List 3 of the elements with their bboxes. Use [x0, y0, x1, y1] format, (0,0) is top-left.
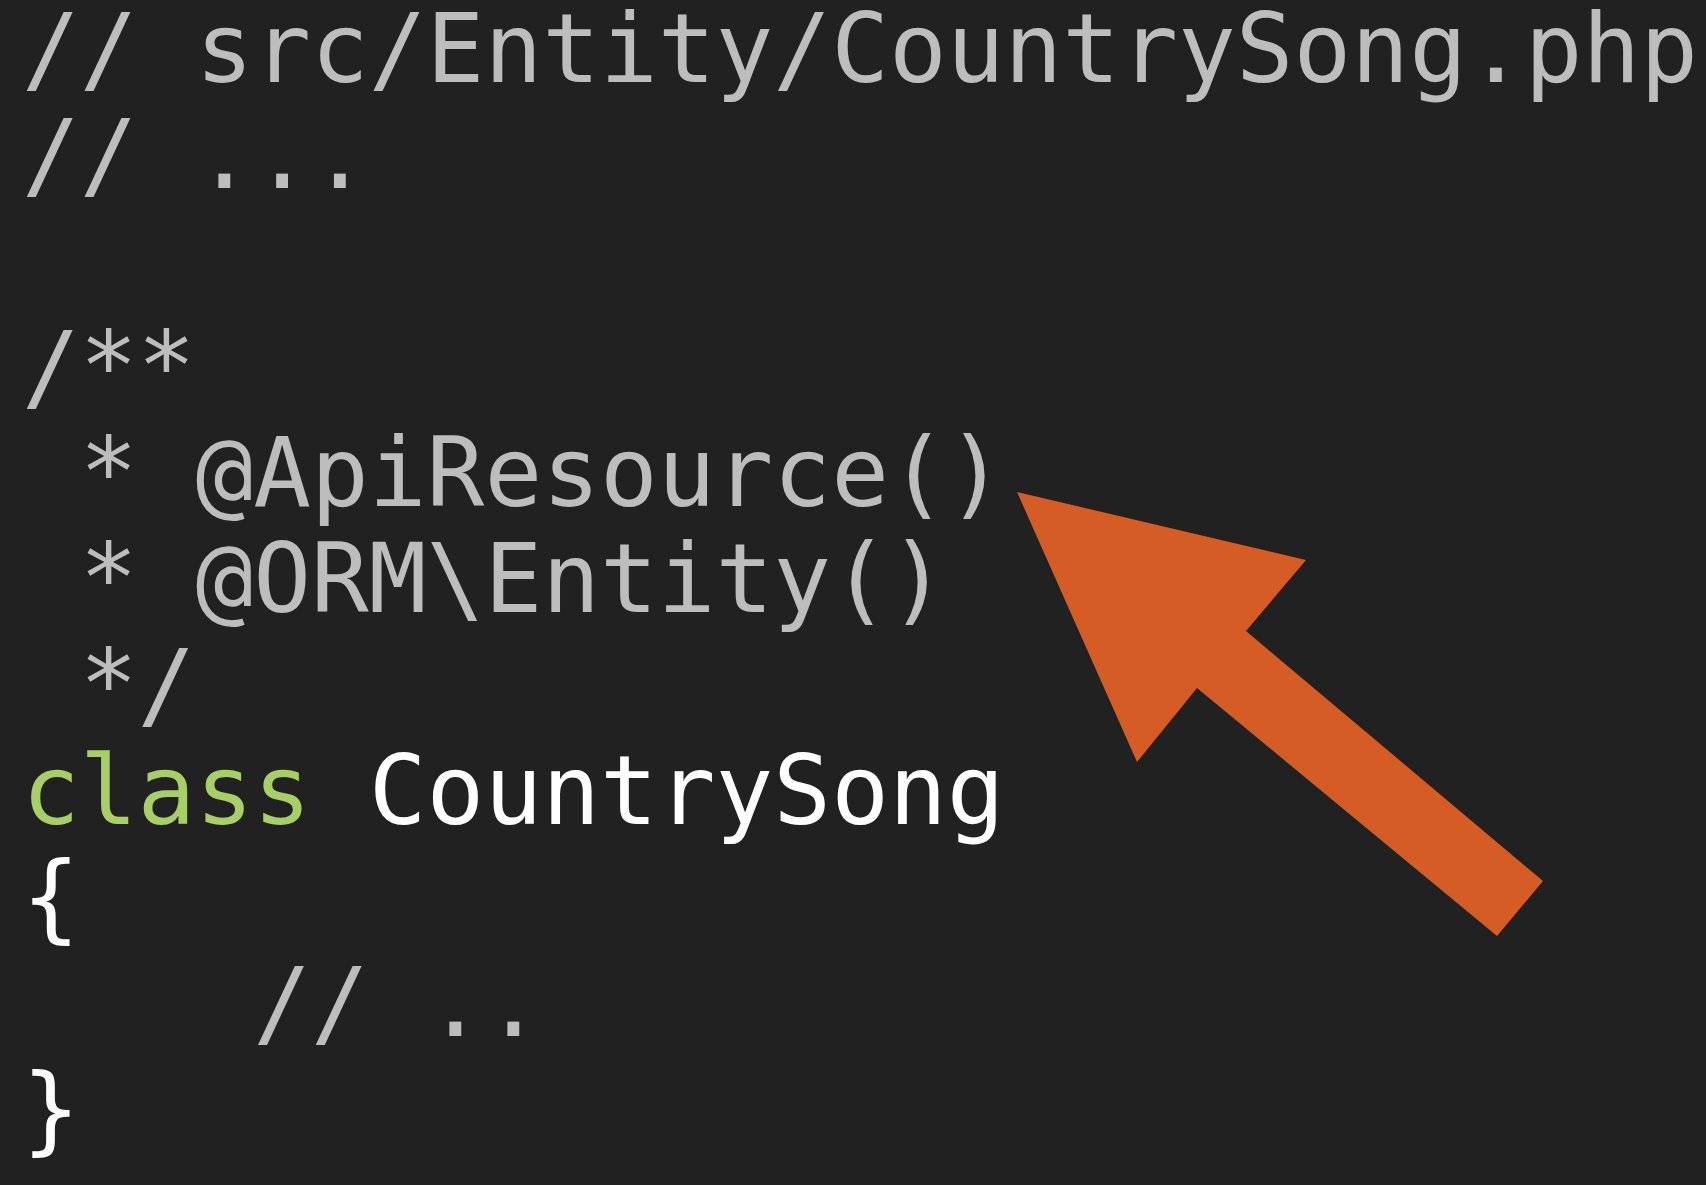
arrow-icon: [1017, 492, 1543, 936]
code-line: // ..: [252, 947, 543, 1059]
code-line: }: [22, 1053, 80, 1165]
